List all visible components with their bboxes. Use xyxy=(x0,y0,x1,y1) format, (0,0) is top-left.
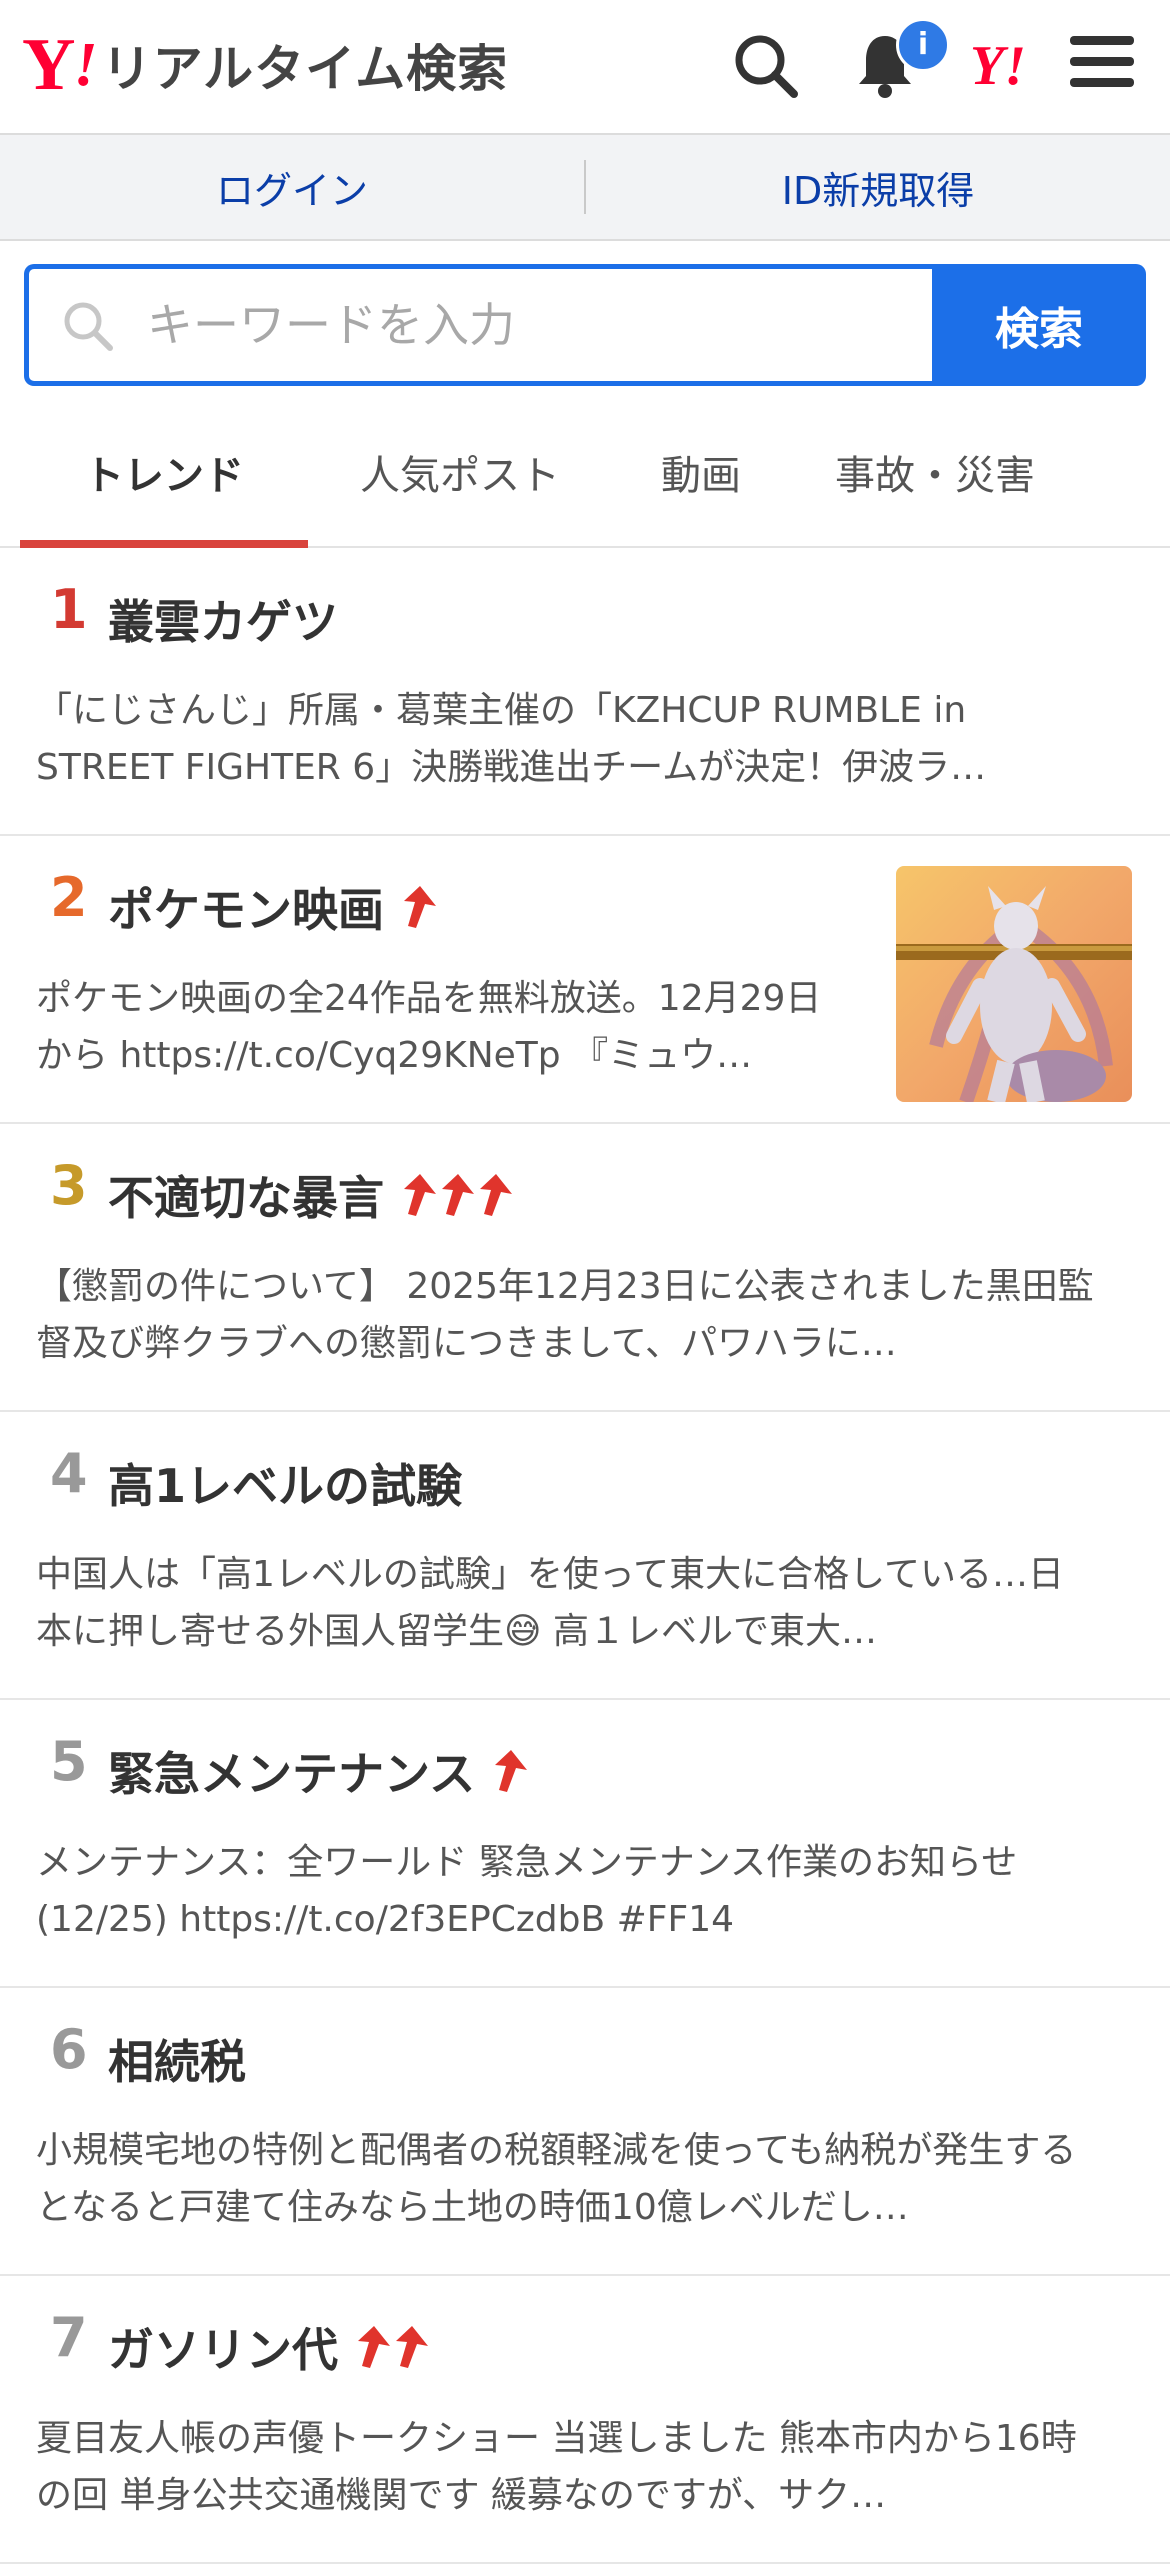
search-form: 検索 xyxy=(24,264,1146,386)
notification-badge: i xyxy=(896,18,950,72)
register-link[interactable]: ID新規取得 xyxy=(586,160,1170,215)
rising-arrows xyxy=(352,2324,428,2370)
login-link[interactable]: ログイン xyxy=(0,160,584,215)
trend-item[interactable]: 4 高1レベルの試験 中国人は「高1レベルの試験」を使って東大に合格している…日… xyxy=(0,1412,1170,1700)
logo-y: Y xyxy=(22,24,75,106)
trend-rank: 5 xyxy=(50,1730,88,1793)
trend-description: ポケモン映画の全24作品を無料放送。12月29日から https://t.co/… xyxy=(36,978,822,1076)
trend-title: 相続税 xyxy=(108,2035,246,2089)
yahoo-realtime-logo[interactable]: Y ! リアルタイム検索 xyxy=(22,24,509,106)
trend-thumbnail[interactable] xyxy=(896,866,1132,1102)
tab-accidents-disasters[interactable]: 事故・災害 xyxy=(790,420,1080,546)
search-input-icon xyxy=(64,302,113,351)
trend-rank: 4 xyxy=(50,1442,88,1505)
up-arrow-icon xyxy=(442,1174,474,1216)
up-arrow-icon xyxy=(404,886,436,928)
yahoo-japan-icon[interactable]: Y! xyxy=(970,34,1026,98)
search-input[interactable] xyxy=(145,297,849,353)
tab-popular-posts[interactable]: 人気ポスト xyxy=(308,420,612,546)
trend-title: 不適切な暴言 xyxy=(108,1162,512,1228)
trend-description: 小規模宅地の特例と配偶者の税額軽減を使っても納税が発生するとなると戸建て住みなら… xyxy=(36,2130,1077,2228)
up-arrow-icon xyxy=(396,2326,428,2368)
trend-rank: 7 xyxy=(50,2306,88,2369)
trend-list: 1 叢雲カゲツ 「にじさんじ」所属・葛葉主催の「KZHCUP RUMBLE in… xyxy=(0,548,1170,2564)
trend-rank: 1 xyxy=(50,578,88,641)
trend-title: ガソリン代 xyxy=(108,2314,428,2380)
logo-exclamation: ! xyxy=(73,30,98,99)
trend-description: 夏目友人帳の声優トークショー󠄀 当選しました󠄀 熊本市内から16時の回 単身公共… xyxy=(36,2418,1077,2516)
trend-item[interactable]: 1 叢雲カゲツ 「にじさんじ」所属・葛葉主催の「KZHCUP RUMBLE in… xyxy=(0,548,1170,836)
up-arrow-icon xyxy=(495,1750,528,1792)
rising-arrows xyxy=(489,1748,528,1794)
trend-title: ポケモン映画 xyxy=(108,874,436,940)
trend-rank: 2 xyxy=(50,866,88,929)
trend-item[interactable]: 3 不適切な暴言 【懲罰の件について】 2025年12月23日に公表されました黒… xyxy=(0,1124,1170,1412)
search-button[interactable]: 検索 xyxy=(932,264,1146,386)
category-tabs: トレンド 人気ポスト 動画 事故・災害 xyxy=(0,420,1170,548)
trend-item[interactable]: 5 緊急メンテナンス メンテナンス：全ワールド 緊急メンテナンス作業のお知らせ … xyxy=(0,1700,1170,1988)
tab-videos[interactable]: 動画 xyxy=(612,420,790,546)
logo-text: リアルタイム検索 xyxy=(101,40,509,98)
trend-title: 高1レベルの試験 xyxy=(108,1459,463,1513)
search-icon[interactable] xyxy=(730,30,800,100)
search-box xyxy=(24,264,932,386)
up-arrow-icon xyxy=(358,2326,390,2368)
trend-item[interactable]: 7 ガソリン代 夏目友人帳の声優トークショー󠄀 当選しました󠄀 熊本市内から16… xyxy=(0,2276,1170,2564)
app-header: Y ! リアルタイム検索 i Y! xyxy=(0,0,1170,135)
trend-rank: 6 xyxy=(50,2018,88,2081)
trend-description: 中国人は「高1レベルの試験」を使って東大に合格している…日本に押し寄せる外国人留… xyxy=(36,1554,1065,1652)
hamburger-menu-icon[interactable] xyxy=(1070,36,1134,92)
trend-rank: 3 xyxy=(50,1154,88,1217)
tab-trend[interactable]: トレンド xyxy=(20,420,308,548)
up-arrow-icon xyxy=(480,1174,512,1216)
trend-description: 「にじさんじ」所属・葛葉主催の「KZHCUP RUMBLE in STREET … xyxy=(36,690,987,788)
trend-item[interactable]: 6 相続税 小規模宅地の特例と配偶者の税額軽減を使っても納税が発生するとなると戸… xyxy=(0,1988,1170,2276)
account-bar: ログイン ID新規取得 xyxy=(0,135,1170,241)
trend-description: メンテナンス：全ワールド 緊急メンテナンス作業のお知らせ (12/25) htt… xyxy=(36,1842,1018,1940)
rising-arrows xyxy=(398,1172,512,1218)
up-arrow-icon xyxy=(404,1174,436,1216)
trend-description: 【懲罰の件について】 2025年12月23日に公表されました黒田監督及び弊クラブ… xyxy=(36,1266,1094,1364)
trend-title: 緊急メンテナンス xyxy=(108,1738,528,1804)
rising-arrows xyxy=(398,884,436,930)
trend-title: 叢雲カゲツ xyxy=(108,595,338,649)
